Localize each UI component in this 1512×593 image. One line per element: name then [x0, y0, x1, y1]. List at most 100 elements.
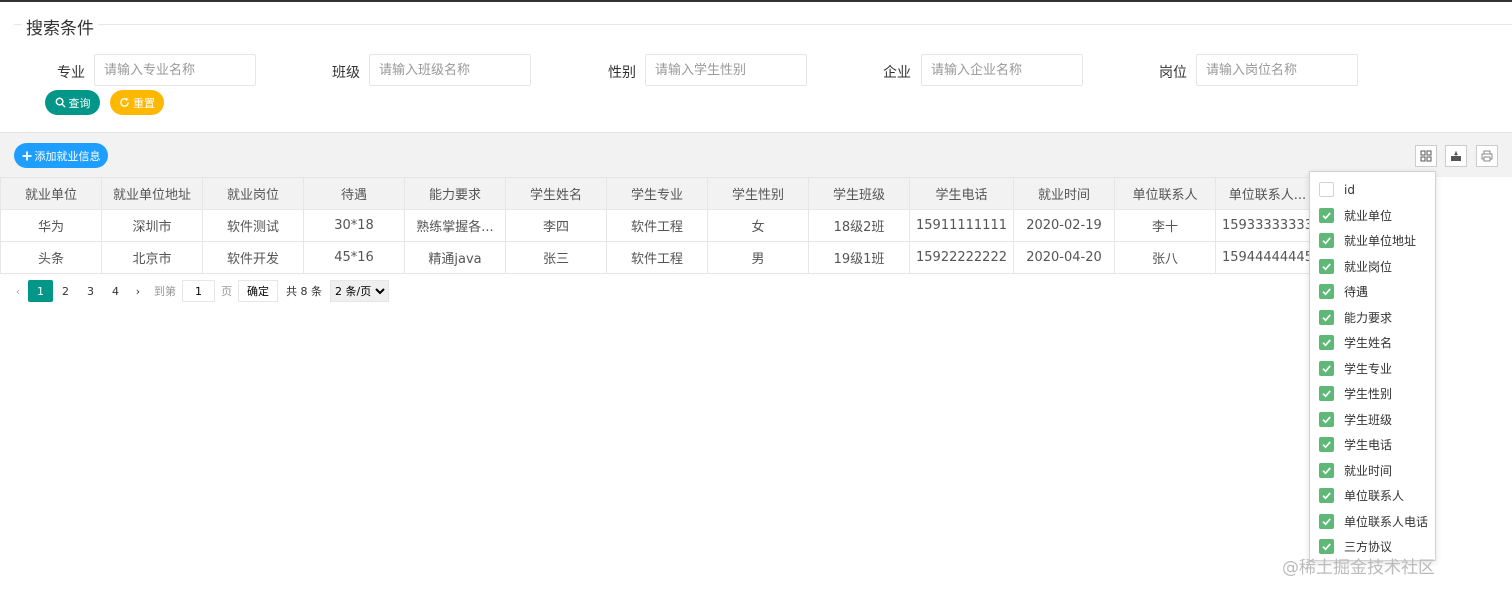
position-input[interactable] — [1196, 54, 1358, 86]
column-header[interactable]: 就业岗位 — [202, 177, 304, 210]
column-toggle-item[interactable]: 单位联系人 — [1310, 483, 1435, 509]
column-toggle-item[interactable]: 就业岗位 — [1310, 254, 1435, 280]
column-toggle-label: 能力要求 — [1344, 310, 1393, 325]
columns-button[interactable] — [1415, 145, 1437, 167]
table-cell: 15933333333 — [1214, 209, 1320, 242]
page-2-button[interactable]: 2 — [53, 280, 78, 302]
table-cell: 熟练掌握各... — [404, 209, 506, 242]
top-border — [0, 0, 1512, 2]
column-toggle-label: 学生专业 — [1344, 361, 1393, 376]
checkbox-checked-icon[interactable] — [1319, 233, 1334, 249]
column-toggle-label: 就业单位 — [1344, 208, 1393, 223]
page-4-button[interactable]: 4 — [103, 280, 128, 302]
gender-input[interactable] — [645, 54, 807, 86]
column-toggle-label: 单位联系人 — [1344, 489, 1405, 504]
prev-page-button[interactable]: ‹ — [8, 280, 28, 302]
table-cell: 张三 — [505, 241, 607, 274]
column-toggle-label: 就业岗位 — [1344, 259, 1393, 274]
column-toggle-item[interactable]: 学生姓名 — [1310, 330, 1435, 356]
column-header[interactable]: 就业单位 — [0, 177, 102, 210]
checkbox-checked-icon[interactable] — [1319, 386, 1334, 402]
column-toggle-item[interactable]: 待遇 — [1310, 279, 1435, 305]
table-cell: 软件开发 — [202, 241, 304, 274]
table-cell: 软件工程 — [606, 209, 708, 242]
table-row[interactable]: 华为 深圳市 软件测试 30*18 熟练掌握各... 李四 软件工程 女 18级… — [0, 209, 1405, 242]
column-header[interactable]: 学生姓名 — [505, 177, 607, 210]
column-header[interactable]: 待遇 — [303, 177, 405, 210]
checkbox-checked-icon[interactable] — [1319, 411, 1334, 427]
columns-icon — [1420, 150, 1432, 162]
table-row[interactable]: 头条 北京市 软件开发 45*16 精通java 张三 软件工程 男 19级1班… — [0, 241, 1405, 274]
column-toggle-item[interactable]: 学生电话 — [1310, 432, 1435, 458]
column-header[interactable]: 学生性别 — [707, 177, 809, 210]
goto-confirm-button[interactable]: 确定 — [238, 280, 278, 302]
column-header[interactable]: 学生电话 — [909, 177, 1014, 210]
column-toggle-item[interactable]: 单位联系人电话 — [1310, 509, 1435, 535]
goto-label: 到第 — [154, 285, 176, 298]
column-header[interactable]: 单位联系人... — [1214, 177, 1320, 210]
column-toggle-item[interactable]: 学生专业 — [1310, 356, 1435, 382]
column-toggle-item[interactable]: 就业单位地址 — [1310, 228, 1435, 254]
checkbox-checked-icon[interactable] — [1319, 335, 1334, 351]
column-toggle-label: 学生班级 — [1344, 412, 1393, 427]
table-cell: 2020-04-20 — [1012, 241, 1115, 274]
reset-button[interactable]: 重置 — [110, 90, 164, 115]
employment-table: 就业单位 就业单位地址 就业岗位 待遇 能力要求 学生姓名 学生专业 学生性别 … — [0, 177, 1405, 274]
checkbox-checked-icon[interactable] — [1319, 207, 1334, 223]
column-header[interactable]: 就业时间 — [1012, 177, 1115, 210]
column-toggle-item[interactable]: 能力要求 — [1310, 305, 1435, 331]
add-employment-label: 添加就业信息 — [34, 150, 101, 163]
table-cell: 精通java — [404, 241, 506, 274]
column-toggle-item[interactable]: 就业单位 — [1310, 203, 1435, 229]
column-header[interactable]: 学生专业 — [606, 177, 708, 210]
plus-icon — [22, 151, 31, 160]
table-cell: 深圳市 — [101, 209, 203, 242]
column-toggle-item[interactable]: 就业时间 — [1310, 458, 1435, 484]
checkbox-checked-icon[interactable] — [1319, 284, 1334, 300]
table-cell: 头条 — [0, 241, 102, 274]
table-cell: 18级2班 — [808, 209, 910, 242]
goto-page-input[interactable] — [182, 280, 215, 302]
table-cell: 15944444445 — [1214, 241, 1320, 274]
next-page-button[interactable]: › — [128, 280, 148, 302]
class-input[interactable] — [369, 54, 531, 86]
checkbox-checked-icon[interactable] — [1319, 488, 1334, 504]
table-cell: 软件工程 — [606, 241, 708, 274]
column-header[interactable]: 单位联系人 — [1113, 177, 1216, 210]
checkbox-checked-icon[interactable] — [1319, 437, 1334, 453]
column-toggle-item[interactable]: 学生班级 — [1310, 407, 1435, 433]
column-header[interactable]: 就业单位地址 — [101, 177, 203, 210]
checkbox-checked-icon[interactable] — [1319, 309, 1334, 325]
table-cell: 30*18 — [303, 209, 405, 242]
checkbox-checked-icon[interactable] — [1319, 258, 1334, 274]
column-toggle-label: 学生姓名 — [1344, 336, 1393, 351]
page-3-button[interactable]: 3 — [78, 280, 103, 302]
checkbox-checked-icon[interactable] — [1319, 462, 1334, 478]
table-cell: 19级1班 — [808, 241, 910, 274]
search-button-label: 查询 — [68, 96, 91, 110]
column-filter-panel: id 就业单位就业单位地址 就业岗位待遇能力要求学生姓名学生专业学生性别学生班级学生… — [1309, 171, 1436, 561]
add-employment-button[interactable]: 添加就业信息 — [14, 143, 108, 168]
major-input[interactable] — [94, 54, 256, 86]
export-icon — [1451, 151, 1461, 161]
column-toggle-item[interactable]: 学生性别 — [1310, 381, 1435, 407]
checkbox-checked-icon[interactable] — [1319, 360, 1334, 376]
column-header[interactable]: 能力要求 — [404, 177, 506, 210]
position-label: 岗位 — [1159, 65, 1187, 81]
company-input[interactable] — [921, 54, 1083, 86]
column-header[interactable]: 学生班级 — [808, 177, 910, 210]
table-cell: 45*16 — [303, 241, 405, 274]
page-1-button[interactable]: 1 — [28, 280, 53, 302]
column-toggle-label: 学生性别 — [1344, 387, 1393, 402]
column-toggle-label: 单位联系人电话 — [1344, 514, 1429, 529]
checkbox-checked-icon[interactable] — [1319, 513, 1334, 529]
page-size-select[interactable]: 2 条/页 — [330, 280, 389, 302]
column-toggle-item[interactable]: id — [1310, 177, 1435, 203]
checkbox-checked-icon[interactable] — [1319, 539, 1334, 555]
print-button[interactable] — [1476, 145, 1498, 167]
checkbox-unchecked-icon[interactable] — [1319, 182, 1334, 198]
search-button[interactable]: 查询 — [45, 90, 100, 115]
column-toggle-label: 就业单位地址 — [1344, 234, 1417, 249]
table-cell: 女 — [707, 209, 809, 242]
export-button[interactable] — [1445, 145, 1467, 167]
